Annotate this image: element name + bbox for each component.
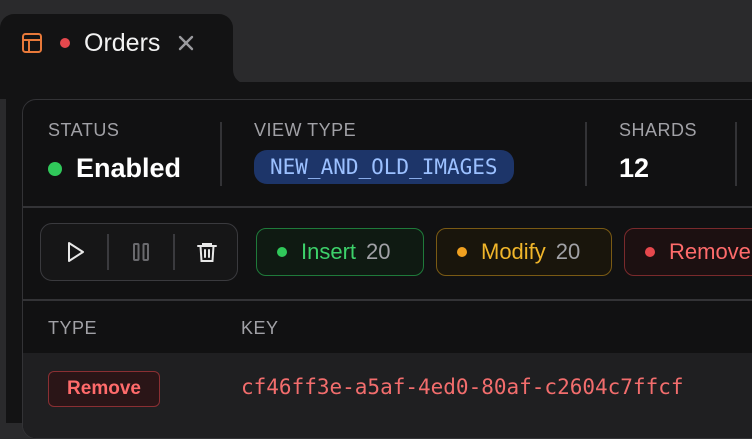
record-key: cf46ff3e-a5af-4ed0-80af-c2604c7ffcf <box>241 375 684 399</box>
unsaved-indicator <box>60 38 70 48</box>
divider <box>220 122 222 186</box>
table-icon <box>22 33 42 53</box>
status-dot <box>48 161 62 176</box>
play-button[interactable] <box>43 224 107 280</box>
tab-orders[interactable]: Orders <box>0 14 233 84</box>
status-value: Enabled <box>76 153 182 183</box>
toolbar: Insert 20 Modify 20 Remove <box>23 207 752 299</box>
modify-dot <box>457 247 467 257</box>
pause-icon <box>133 243 149 261</box>
filter-modify-count: 20 <box>555 239 581 264</box>
table-row[interactable]: Remove cf46ff3e-a5af-4ed0-80af-c2604c7ff… <box>23 353 752 438</box>
left-rail <box>0 99 6 423</box>
stream-controls <box>40 223 238 281</box>
column-header-type[interactable]: TYPE <box>48 318 97 339</box>
type-badge: Remove <box>48 371 160 407</box>
stats-bar: STATUS Enabled VIEW TYPE NEW_AND_OLD_IMA… <box>23 100 752 206</box>
view-type-stat: VIEW TYPE NEW_AND_OLD_IMAGES <box>254 120 514 184</box>
table-header: TYPE KEY <box>23 300 752 352</box>
tab-title: Orders <box>84 28 161 57</box>
filter-insert[interactable]: Insert 20 <box>256 228 424 276</box>
divider <box>735 122 737 186</box>
stream-view: STATUS Enabled VIEW TYPE NEW_AND_OLD_IMA… <box>0 82 752 439</box>
filter-modify[interactable]: Modify 20 <box>436 228 612 276</box>
insert-dot <box>277 247 287 257</box>
status-label: STATUS <box>48 120 120 140</box>
divider <box>585 122 587 186</box>
remove-dot <box>645 247 655 257</box>
filter-remove[interactable]: Remove <box>624 228 752 276</box>
shards-stat: SHARDS 12 <box>619 120 697 184</box>
stream-panel: STATUS Enabled VIEW TYPE NEW_AND_OLD_IMA… <box>22 99 752 439</box>
status-value-row: Enabled <box>48 153 181 184</box>
view-type-badge: NEW_AND_OLD_IMAGES <box>254 150 514 184</box>
column-header-key[interactable]: KEY <box>241 318 279 339</box>
play-icon <box>68 242 84 262</box>
pause-button[interactable] <box>109 224 173 280</box>
close-icon[interactable] <box>176 33 196 53</box>
tab-corner <box>233 60 257 84</box>
shards-value: 12 <box>619 153 650 183</box>
filter-insert-label: Insert <box>301 239 357 264</box>
status-stat: STATUS Enabled <box>48 120 181 184</box>
view-type-label: VIEW TYPE <box>254 120 357 140</box>
trash-icon <box>197 243 217 262</box>
filter-modify-label: Modify <box>481 239 546 264</box>
filter-insert-count: 20 <box>366 239 391 264</box>
delete-button[interactable] <box>175 224 239 280</box>
tab-strip: Orders <box>0 0 752 84</box>
shards-label: SHARDS <box>619 120 698 140</box>
filter-remove-label: Remove <box>669 239 751 264</box>
